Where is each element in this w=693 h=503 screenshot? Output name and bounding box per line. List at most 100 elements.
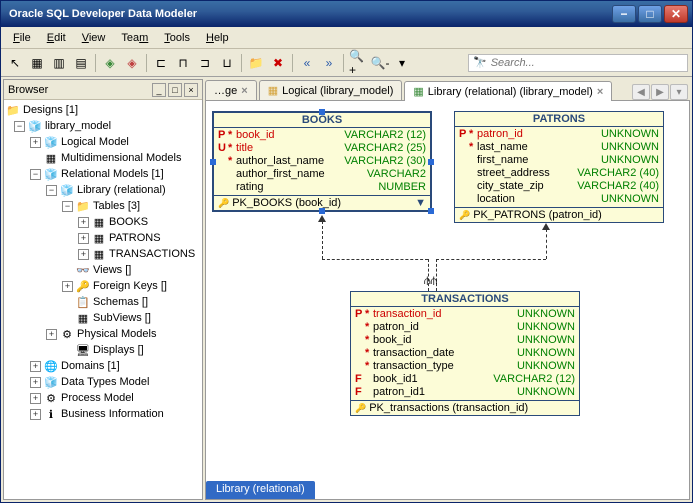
tab-prev-icon[interactable]: ◀: [632, 84, 650, 100]
tab-close-icon[interactable]: ×: [241, 85, 247, 97]
entity-transactions[interactable]: TRANSACTIONS P*transaction_idUNKNOWN*pat…: [350, 291, 580, 416]
tree-displays[interactable]: 🖥Displays []: [6, 342, 200, 358]
entity-patrons[interactable]: PATRONS P*patron_idUNKNOWN*last_nameUNKN…: [454, 111, 664, 223]
process-icon: ⚙: [44, 392, 58, 405]
maximize-panel-icon[interactable]: □: [168, 83, 182, 97]
tab-startpage[interactable]: …ge×: [205, 80, 257, 100]
col-required: *: [228, 142, 236, 155]
tree-multidim[interactable]: ▦Multidimensional Models: [6, 150, 200, 166]
column-row: P*transaction_idUNKNOWN: [351, 308, 579, 321]
tab-library[interactable]: ▦Library (relational) (library_model)×: [404, 81, 612, 101]
key-icon: 🔑: [459, 210, 470, 221]
column-row: street_addressVARCHAR2 (40): [455, 167, 663, 180]
diagram-status-tab[interactable]: Library (relational): [206, 481, 315, 499]
tree-root[interactable]: 📁Designs [1]: [6, 102, 200, 118]
cube-red-icon[interactable]: ◈: [122, 53, 142, 73]
tree-relational[interactable]: −🧊Relational Models [1]: [6, 166, 200, 182]
folder-icon[interactable]: 📁: [246, 53, 266, 73]
forward-icon[interactable]: »: [319, 53, 339, 73]
tree-datatypes[interactable]: +🧊Data Types Model: [6, 374, 200, 390]
zoom-in-icon[interactable]: 🔍+: [348, 53, 368, 73]
col-marker: F: [355, 386, 365, 399]
col-required: *: [228, 129, 236, 142]
tab-list-icon[interactable]: ▾: [670, 84, 688, 100]
column-row: *patron_idUNKNOWN: [351, 321, 579, 334]
close-panel-icon[interactable]: ×: [184, 83, 198, 97]
delete-icon[interactable]: ✖: [268, 53, 288, 73]
tree-transact[interactable]: +▦TRANSACTIONS: [6, 246, 200, 262]
col-marker: [459, 193, 469, 206]
col-name: book_id: [373, 334, 517, 347]
col-required: *: [365, 360, 373, 373]
maximize-button[interactable]: □: [638, 5, 662, 23]
entity-books[interactable]: BOOKS P*book_idVARCHAR2 (12)U*titleVARCH…: [212, 111, 432, 212]
tree-physical[interactable]: +⚙Physical Models: [6, 326, 200, 342]
tree-tables[interactable]: −📁Tables [3]: [6, 198, 200, 214]
resize-handle[interactable]: [319, 208, 325, 214]
diagram-canvas[interactable]: BOOKS P*book_idVARCHAR2 (12)U*titleVARCH…: [205, 101, 690, 500]
cube-green-icon[interactable]: ◈: [100, 53, 120, 73]
tree-views[interactable]: 👓Views []: [6, 262, 200, 278]
tree-business[interactable]: +ℹBusiness Information: [6, 406, 200, 422]
tree-patrons[interactable]: +▦PATRONS: [6, 230, 200, 246]
minimize-panel-icon[interactable]: _: [152, 83, 166, 97]
tree-books[interactable]: +▦BOOKS: [6, 214, 200, 230]
menu-file[interactable]: File: [7, 30, 37, 46]
expand-icon[interactable]: ▼: [415, 197, 426, 209]
align-bottom-icon[interactable]: ⊔: [217, 53, 237, 73]
column-row: *transaction_typeUNKNOWN: [351, 360, 579, 373]
tree-fks[interactable]: +🔑Foreign Keys []: [6, 278, 200, 294]
col-required: [469, 193, 477, 206]
dropdown-icon[interactable]: ▾: [392, 53, 412, 73]
close-button[interactable]: ✕: [664, 5, 688, 23]
fk-connector: [322, 221, 323, 259]
rewind-icon[interactable]: «: [297, 53, 317, 73]
align-center-icon[interactable]: ⊓: [173, 53, 193, 73]
menu-edit[interactable]: Edit: [41, 30, 72, 46]
tree-logical[interactable]: +🧊Logical Model: [6, 134, 200, 150]
col-marker: [459, 154, 469, 167]
resize-handle[interactable]: [210, 159, 216, 165]
col-type: UNKNOWN: [517, 347, 575, 360]
relational-icon: 🧊: [44, 168, 58, 181]
browser-panel: Browser _ □ × 📁Designs [1] −🧊library_mod…: [3, 79, 203, 500]
entity-columns: P*transaction_idUNKNOWN*patron_idUNKNOWN…: [351, 307, 579, 400]
menu-view[interactable]: View: [76, 30, 112, 46]
resize-handle[interactable]: [428, 159, 434, 165]
pointer-icon[interactable]: ↖: [5, 53, 25, 73]
column-row: *book_idUNKNOWN: [351, 334, 579, 347]
search-box[interactable]: 🔭: [468, 54, 688, 72]
col-type: UNKNOWN: [601, 141, 659, 154]
col-required: [469, 180, 477, 193]
tree-subviews[interactable]: ▦SubViews []: [6, 310, 200, 326]
search-input[interactable]: [491, 57, 683, 69]
browser-tree[interactable]: 📁Designs [1] −🧊library_model +🧊Logical M…: [4, 100, 202, 499]
resize-handle[interactable]: [319, 109, 325, 115]
col-marker: [218, 181, 228, 194]
window-title: Oracle SQL Developer Data Modeler: [5, 8, 612, 20]
grid2-icon[interactable]: ▥: [49, 53, 69, 73]
tree-model[interactable]: −🧊library_model: [6, 118, 200, 134]
align-right-icon[interactable]: ⊐: [195, 53, 215, 73]
align-left-icon[interactable]: ⊏: [151, 53, 171, 73]
tree-schemas[interactable]: 📋Schemas []: [6, 294, 200, 310]
grid-icon[interactable]: ▦: [27, 53, 47, 73]
tab-logical[interactable]: ▦Logical (library_model): [259, 80, 403, 100]
resize-handle[interactable]: [428, 208, 434, 214]
tree-domains[interactable]: +🌐Domains [1]: [6, 358, 200, 374]
menu-help[interactable]: Help: [200, 30, 235, 46]
tree-library[interactable]: −🧊Library (relational): [6, 182, 200, 198]
col-name: first_name: [477, 154, 601, 167]
tree-process[interactable]: +⚙Process Model: [6, 390, 200, 406]
menu-team[interactable]: Team: [115, 30, 154, 46]
col-type: NUMBER: [378, 181, 426, 194]
col-required: *: [365, 347, 373, 360]
browser-header: Browser _ □ ×: [4, 80, 202, 100]
tab-next-icon[interactable]: ▶: [651, 84, 669, 100]
tab-close-icon[interactable]: ×: [597, 86, 603, 98]
zoom-out-icon[interactable]: 🔍-: [370, 53, 390, 73]
col-type: UNKNOWN: [601, 193, 659, 206]
grid3-icon[interactable]: ▤: [71, 53, 91, 73]
minimize-button[interactable]: −: [612, 5, 636, 23]
menu-tools[interactable]: Tools: [158, 30, 196, 46]
